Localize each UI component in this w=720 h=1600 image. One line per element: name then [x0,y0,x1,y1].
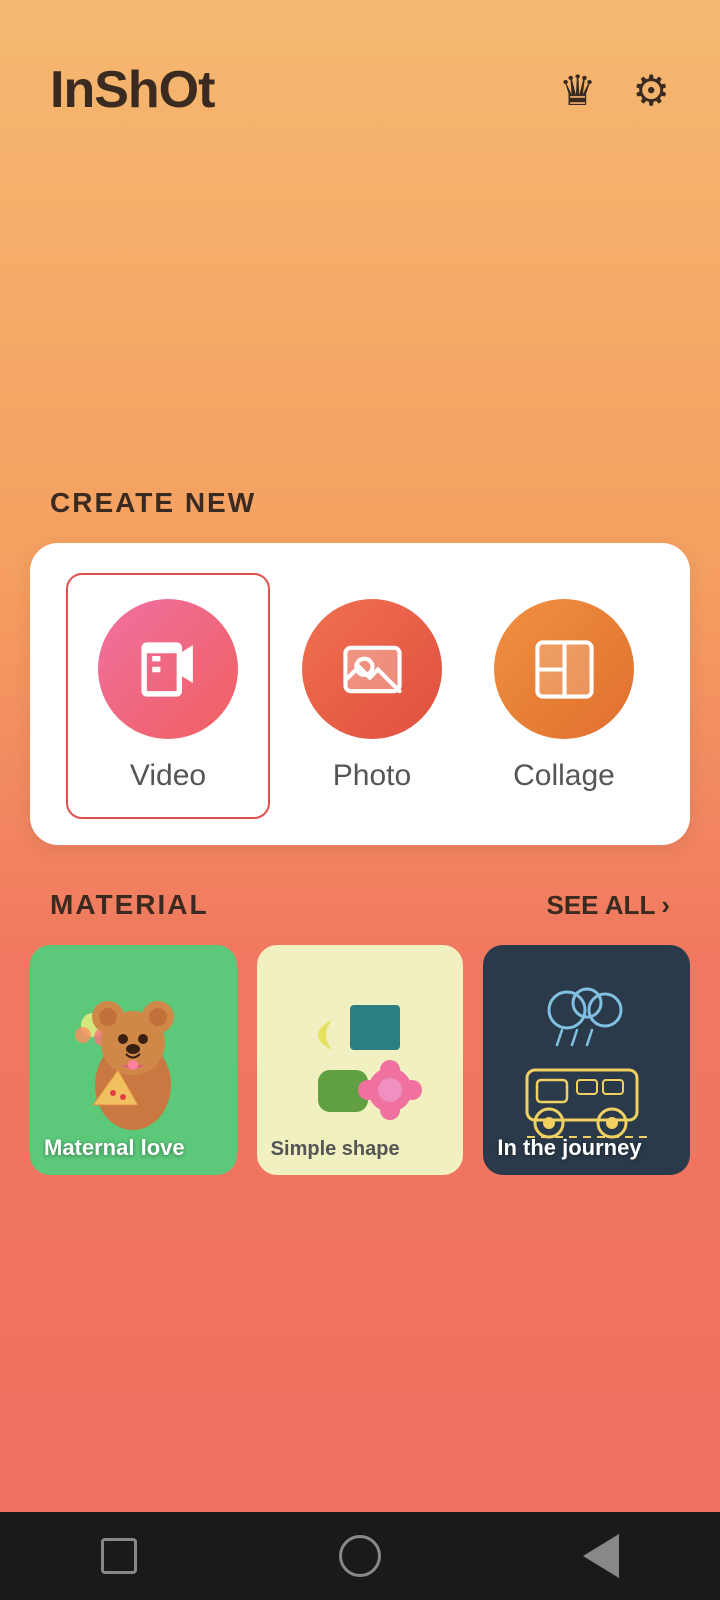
nav-home[interactable] [339,1535,381,1577]
in-the-journey-label: In the journey [497,1135,676,1161]
material-label: MATERIAL [50,889,209,921]
collage-circle [494,599,634,739]
photo-circle [302,599,442,739]
app-title: InShOt [50,60,214,120]
create-collage-item[interactable]: Collage [484,589,644,803]
see-all-button[interactable]: SEE ALL › [547,890,671,921]
create-new-card: Video Photo Col [30,543,690,845]
nav-recent-apps[interactable] [101,1538,137,1574]
video-icon [136,637,201,702]
create-photo-item[interactable]: Photo [292,589,452,803]
maternal-bear-svg [63,975,203,1145]
material-card-in-the-journey[interactable]: In the journey [483,945,690,1175]
bottom-spacer [0,1175,720,1512]
main-empty-area [0,150,720,487]
simple-shape-label: Simple shape [271,1138,450,1161]
video-label: Video [130,759,206,793]
photo-icon [340,637,405,702]
header: InShOt ♛ ⚙ [0,0,720,150]
recent-apps-icon [101,1538,137,1574]
collage-icon [532,637,597,702]
journey-svg [517,975,657,1145]
maternal-love-label: Maternal love [44,1135,223,1161]
collage-label: Collage [513,759,615,793]
header-icons: ♛ ⚙ [559,66,670,115]
simple-shape-svg [290,975,430,1145]
bottom-nav [0,1512,720,1600]
material-card-simple-shape[interactable]: Simple shape [257,945,464,1175]
create-video-item[interactable]: Video [66,573,270,819]
material-header: MATERIAL SEE ALL › [0,845,720,945]
material-grid: Maternal love [0,945,720,1175]
nav-back[interactable] [583,1534,619,1578]
home-icon [339,1535,381,1577]
chevron-right-icon: › [661,890,670,921]
crown-icon[interactable]: ♛ [559,66,597,115]
create-new-label: CREATE NEW [0,487,720,543]
photo-label: Photo [333,759,411,793]
back-icon [583,1534,619,1578]
gear-icon[interactable]: ⚙ [632,66,670,115]
video-circle [98,599,238,739]
material-card-maternal-love[interactable]: Maternal love [30,945,237,1175]
